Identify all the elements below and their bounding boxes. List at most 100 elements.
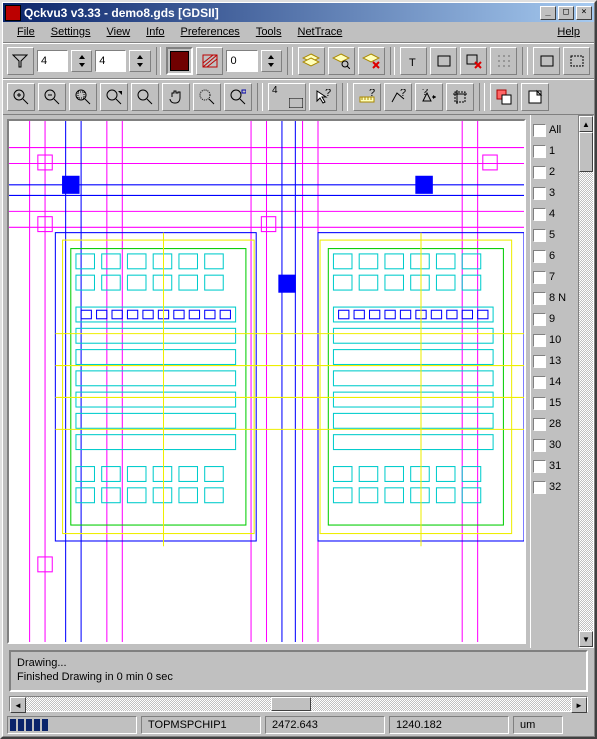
menu-settings[interactable]: Settings — [43, 24, 99, 40]
ruler-query-icon[interactable]: ? — [353, 83, 381, 111]
menu-tools[interactable]: Tools — [248, 24, 290, 40]
rect-open-icon[interactable] — [533, 47, 560, 75]
rect-tool-icon[interactable] — [430, 47, 457, 75]
layer-check-all[interactable] — [533, 124, 546, 137]
layer-check[interactable] — [533, 166, 546, 179]
scroll-right-button[interactable]: ► — [571, 697, 587, 713]
layer-check[interactable] — [533, 397, 546, 410]
zoom-icon[interactable] — [131, 83, 159, 111]
depth-icon[interactable]: 4 — [268, 83, 306, 111]
layout-canvas[interactable] — [7, 119, 526, 644]
layer-check[interactable] — [533, 271, 546, 284]
layer-panel: All 12345678 N91013141528303132 — [530, 115, 578, 648]
vertical-scrollbar[interactable]: ▲ ▼ — [578, 115, 594, 648]
zoom-area-icon[interactable] — [69, 83, 97, 111]
menu-help[interactable]: Help — [549, 24, 588, 40]
layer-check[interactable] — [533, 376, 546, 389]
hatch-stepper[interactable] — [261, 50, 282, 72]
progress-cell — [7, 716, 137, 734]
note-icon[interactable] — [521, 83, 549, 111]
rect-x-icon[interactable] — [460, 47, 487, 75]
layers-x-icon[interactable] — [358, 47, 385, 75]
layer-row: 3 — [533, 184, 576, 202]
maximize-button[interactable]: □ — [558, 6, 574, 20]
layer-label: 4 — [549, 208, 555, 220]
layer-check[interactable] — [533, 355, 546, 368]
menu-view[interactable]: View — [98, 24, 138, 40]
layer-row: 8 N — [533, 289, 576, 307]
layer-check[interactable] — [533, 187, 546, 200]
svg-text:?: ? — [369, 89, 375, 99]
layer-row: 13 — [533, 352, 576, 370]
filter-field-b[interactable]: 4 — [95, 50, 126, 72]
scroll-down-button[interactable]: ▼ — [579, 631, 593, 647]
layer-check[interactable] — [533, 418, 546, 431]
pan-hand-icon[interactable] — [162, 83, 190, 111]
message-line-1: Drawing... — [17, 656, 580, 670]
layer-check[interactable] — [533, 250, 546, 263]
crop-icon[interactable] — [446, 83, 474, 111]
scroll-track[interactable] — [579, 132, 593, 631]
layer-label: 9 — [549, 313, 555, 325]
layers-find-icon[interactable] — [328, 47, 355, 75]
zoom-arrow-icon[interactable] — [100, 83, 128, 111]
menu-info[interactable]: Info — [138, 24, 172, 40]
layer-label: 8 N — [549, 292, 566, 304]
scroll-left-button[interactable]: ◄ — [10, 697, 26, 713]
layer-check[interactable] — [533, 229, 546, 242]
convert-query-icon[interactable]: ? — [415, 83, 443, 111]
coord-unit: um — [513, 716, 563, 734]
message-box: Drawing... Finished Drawing in 0 min 0 s… — [9, 650, 588, 692]
menu-nettrace[interactable]: NetTrace — [290, 24, 351, 40]
layer-check[interactable] — [533, 313, 546, 326]
layer-row: 31 — [533, 457, 576, 475]
layer-row: 10 — [533, 331, 576, 349]
hatch-icon[interactable] — [196, 47, 223, 75]
layer-label: 14 — [549, 376, 561, 388]
overlay-icon[interactable] — [490, 83, 518, 111]
layer-label: 32 — [549, 481, 561, 493]
text-tool-icon[interactable]: T — [400, 47, 427, 75]
menu-file[interactable]: File — [9, 24, 43, 40]
zoom-plus-icon[interactable] — [7, 83, 35, 111]
horizontal-scrollbar[interactable]: ◄ ► — [9, 696, 588, 712]
layers-icon[interactable] — [298, 47, 325, 75]
minimize-button[interactable]: _ — [540, 6, 556, 20]
zoom-minus-icon[interactable] — [38, 83, 66, 111]
zoom-extents-icon[interactable] — [224, 83, 252, 111]
layer-check[interactable] — [533, 208, 546, 221]
layer-label: 10 — [549, 334, 561, 346]
layer-check[interactable] — [533, 292, 546, 305]
layer-row: 32 — [533, 478, 576, 496]
filter-field-a[interactable]: 4 — [37, 50, 68, 72]
color-well[interactable] — [166, 47, 193, 75]
hscroll-thumb[interactable] — [271, 697, 311, 711]
hscroll-track[interactable] — [26, 697, 571, 711]
status-bar: TOPMSPCHIP1 2472.643 1240.182 um — [3, 714, 594, 736]
filter-stepper-a[interactable] — [71, 50, 92, 72]
layer-check[interactable] — [533, 481, 546, 494]
zoom-dotted-icon[interactable] — [193, 83, 221, 111]
close-button[interactable]: × — [576, 6, 592, 20]
layer-label: 1 — [549, 145, 555, 157]
layer-check[interactable] — [533, 334, 546, 347]
layer-check[interactable] — [533, 460, 546, 473]
filter-stepper-b[interactable] — [129, 50, 150, 72]
layer-check[interactable] — [533, 439, 546, 452]
menu-preferences[interactable]: Preferences — [173, 24, 248, 40]
layer-label: 31 — [549, 460, 561, 472]
layer-row: 1 — [533, 142, 576, 160]
layer-row: 7 — [533, 268, 576, 286]
path-query-icon[interactable]: ? — [384, 83, 412, 111]
layer-row: 14 — [533, 373, 576, 391]
layer-row: 15 — [533, 394, 576, 412]
dotgrid-icon[interactable] — [490, 47, 517, 75]
scroll-up-button[interactable]: ▲ — [579, 116, 593, 132]
hatch-field[interactable]: 0 — [226, 50, 257, 72]
scroll-thumb[interactable] — [579, 132, 593, 172]
marquee-icon[interactable] — [563, 47, 590, 75]
filter-field-b-value: 4 — [99, 55, 105, 67]
funnel-icon[interactable] — [7, 47, 34, 75]
pointer-query-icon[interactable]: ? — [309, 83, 337, 111]
layer-check[interactable] — [533, 145, 546, 158]
